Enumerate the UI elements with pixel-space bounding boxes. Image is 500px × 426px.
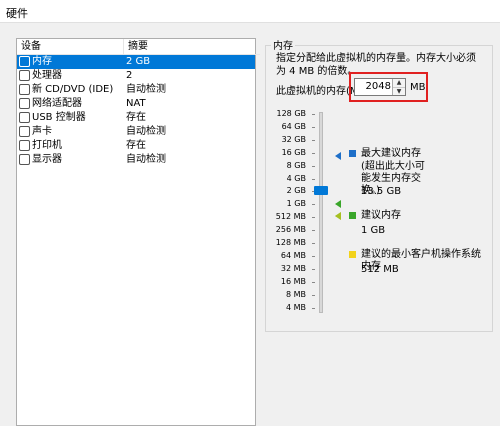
scale-tick-label: 64 GB — [281, 121, 306, 131]
scale-tick-mark — [312, 281, 315, 283]
scale-tick-label: 16 GB — [281, 147, 306, 157]
device-name: 网络适配器 — [32, 98, 82, 109]
device-list[interactable]: 设备 摘要 内存 2 GB 处理器 2 新 CD/DVD (IDE) 自动检测 网络适配器 N… — [16, 38, 260, 426]
scale-tick-mark — [312, 114, 315, 115]
memory-spinbox[interactable]: 2048 ▲ ▼ — [354, 78, 406, 96]
scale-tick-label: 512 MB — [275, 212, 306, 222]
scale-tick-label: 256 MB — [275, 225, 306, 235]
scale-tick-label: 8 MB — [285, 289, 306, 299]
scale-tick-label: 4 GB — [286, 173, 306, 183]
scale-tick-label: 32 GB — [281, 134, 306, 144]
device-summary: 存在 — [126, 112, 146, 123]
scale-tick-mark — [312, 243, 315, 244]
memory-icon — [19, 56, 30, 67]
scale-tick-label: 32 MB — [280, 263, 306, 273]
window-title: 硬件 — [6, 7, 28, 20]
device-summary: NAT — [126, 98, 146, 109]
device-summary: 存在 — [126, 140, 146, 151]
recommended-marker-left-icon — [335, 200, 341, 208]
scale-tick-mark — [312, 230, 315, 232]
rec-value: 1 GB — [361, 225, 386, 236]
scale-tick-mark — [312, 294, 315, 296]
column-header-device[interactable]: 设备 — [17, 39, 126, 55]
device-summary: 自动检测 — [126, 126, 166, 137]
device-name: USB 控制器 — [32, 112, 86, 123]
scale-tick-mark — [312, 255, 315, 257]
scale-tick-mark — [312, 139, 315, 141]
max-value: 13.5 GB — [361, 186, 402, 197]
scale-tick-label: 1 GB — [286, 199, 306, 209]
rec-label: 建议内存 — [361, 210, 401, 221]
device-row[interactable]: 显示器 自动检测 — [17, 153, 255, 167]
scale-tick-label: 16 MB — [280, 276, 306, 286]
scale-tick-mark — [312, 204, 315, 206]
memory-input[interactable]: 2048 — [366, 81, 391, 92]
scale-tick-mark — [312, 307, 315, 309]
device-row[interactable]: USB 控制器 存在 — [17, 111, 255, 125]
scale-tick-mark — [312, 178, 315, 180]
device-row[interactable]: 内存 2 GB — [17, 55, 255, 69]
device-summary: 2 — [126, 70, 133, 81]
memory-unit: MB — [410, 82, 426, 93]
memory-slider-track[interactable] — [319, 112, 323, 313]
title-bar: 硬件 — [0, 0, 500, 23]
device-name: 声卡 — [32, 126, 52, 137]
max-label: 最大建议内存 — [361, 148, 421, 159]
min-legend-icon — [349, 251, 356, 258]
device-row[interactable]: 打印机 存在 — [17, 139, 255, 153]
scale-tick-mark — [312, 268, 315, 270]
max-legend-icon — [349, 150, 356, 157]
spin-up-icon[interactable]: ▲ — [393, 79, 405, 87]
scale-tick-label: 8 GB — [286, 160, 306, 170]
device-summary: 自动检测 — [126, 154, 166, 165]
device-row[interactable]: 新 CD/DVD (IDE) 自动检测 — [17, 83, 255, 97]
scale-tick-label: 2 GB — [286, 186, 306, 196]
scale-tick-mark — [312, 165, 315, 167]
network-icon — [19, 98, 30, 109]
sound-icon — [19, 126, 30, 137]
group-title: 内存 — [271, 37, 295, 52]
scale-tick-mark — [312, 152, 315, 154]
device-name: 内存 — [32, 56, 52, 67]
max-memory-marker-icon — [335, 152, 341, 160]
device-name: 显示器 — [32, 154, 62, 165]
min-value: 512 MB — [361, 264, 399, 275]
rec-legend-icon — [349, 212, 356, 219]
device-name: 打印机 — [32, 140, 62, 151]
device-name: 新 CD/DVD (IDE) — [32, 84, 114, 95]
scale-tick-label: 4 MB — [285, 302, 306, 312]
device-row[interactable]: 声卡 自动检测 — [17, 125, 255, 139]
scale-tick-label: 128 GB — [276, 109, 307, 118]
min-marker-icon — [335, 212, 341, 220]
scale-tick-label: 64 MB — [280, 250, 306, 260]
device-summary: 自动检测 — [126, 84, 166, 95]
cpu-icon — [19, 70, 30, 81]
device-name: 处理器 — [32, 70, 62, 81]
column-header-summary[interactable]: 摘要 — [123, 39, 260, 55]
spin-down-icon[interactable]: ▼ — [393, 87, 405, 95]
device-row[interactable]: 网络适配器 NAT — [17, 97, 255, 111]
memory-slider-thumb[interactable] — [314, 186, 328, 195]
scale-tick-label: 128 MB — [275, 238, 306, 247]
scale-tick-mark — [312, 126, 315, 128]
spin-buttons[interactable]: ▲ ▼ — [392, 79, 405, 95]
device-row[interactable]: 处理器 2 — [17, 69, 255, 83]
device-summary: 2 GB — [126, 56, 151, 67]
scale-tick-mark — [312, 217, 315, 219]
usb-icon — [19, 112, 30, 123]
printer-icon — [19, 140, 30, 151]
display-icon — [19, 154, 30, 165]
cd-icon — [19, 84, 30, 95]
